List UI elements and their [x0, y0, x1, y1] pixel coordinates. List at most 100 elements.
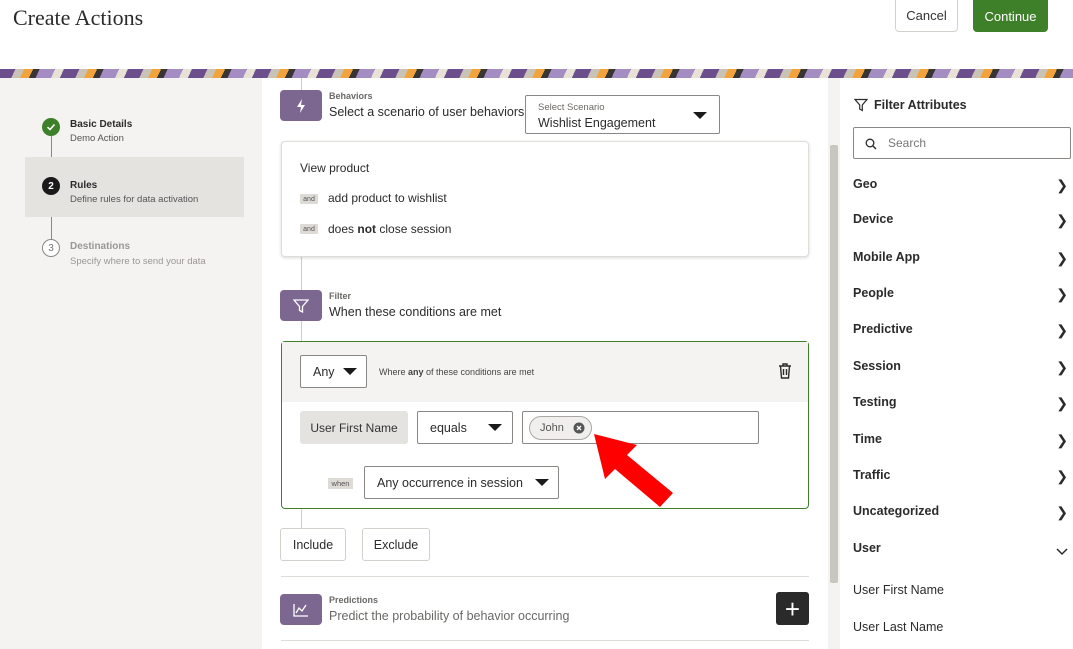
and-tag: and — [300, 194, 318, 204]
occurrence-select[interactable]: Any occurrence in session — [364, 466, 559, 499]
category-label: People — [853, 286, 894, 300]
behavior-text: close session — [376, 222, 452, 236]
step-number: 3 — [42, 239, 60, 257]
category-label: Device — [853, 212, 894, 226]
section-divider — [281, 640, 809, 641]
chevron-right-icon: ❯ — [1056, 286, 1068, 302]
category-testing[interactable]: Testing ❯ — [853, 395, 1068, 411]
include-button[interactable]: Include — [280, 528, 346, 561]
cancel-button[interactable]: Cancel — [895, 0, 958, 32]
chevron-right-icon: ❯ — [1056, 322, 1068, 338]
step-subtitle: Demo Action — [70, 133, 124, 144]
and-tag: and — [300, 224, 318, 234]
when-tag: when — [328, 478, 353, 489]
match-text: of these conditions are met — [423, 367, 535, 377]
predictions-description: Predict the probability of behavior occu… — [329, 609, 570, 623]
step-number: 2 — [42, 177, 60, 195]
category-label: Uncategorized — [853, 504, 940, 518]
category-label: Geo — [853, 177, 878, 191]
behavior-text-bold: not — [357, 222, 377, 236]
trash-icon[interactable] — [776, 361, 794, 381]
behaviors-description: Select a scenario of user behaviors — [329, 105, 525, 119]
page-title: Create Actions — [13, 5, 144, 30]
select-value: Any — [313, 365, 335, 379]
operator-select[interactable]: equals — [417, 411, 513, 444]
step-basic-details[interactable]: Basic Details Demo Action — [25, 112, 244, 152]
step-rules[interactable]: 2 Rules Define rules for data activation — [25, 157, 244, 217]
chevron-right-icon: ❯ — [1056, 395, 1068, 411]
match-text: Where — [379, 367, 409, 377]
scrollbar-thumb[interactable] — [830, 145, 838, 583]
step-destinations[interactable]: 3 Destinations Specify where to send you… — [25, 236, 244, 272]
scenario-select[interactable]: Select Scenario Wishlist Engagement — [525, 95, 720, 134]
chevron-right-icon: ❯ — [1056, 504, 1068, 520]
chevron-right-icon: ❯ — [1056, 212, 1068, 228]
close-circle-icon[interactable] — [573, 422, 585, 434]
chevron-down-icon — [535, 479, 549, 486]
chevron-right-icon: ❯ — [1056, 250, 1068, 266]
exclude-button[interactable]: Exclude — [362, 528, 430, 561]
category-mobile-app[interactable]: Mobile App ❯ — [853, 250, 1068, 266]
section-divider — [281, 576, 809, 577]
continue-button[interactable]: Continue — [973, 0, 1048, 32]
attribute-user-last-name[interactable]: User Last Name — [853, 620, 943, 634]
plus-icon[interactable]: + — [776, 592, 809, 625]
category-user[interactable]: User — [853, 541, 1068, 556]
behaviors-label: Behaviors — [329, 91, 373, 101]
attribute-user-first-name[interactable]: User First Name — [853, 583, 944, 597]
chevron-right-icon: ❯ — [1056, 468, 1068, 484]
filter-label: Filter — [329, 291, 352, 301]
condition-attribute[interactable]: User First Name — [300, 411, 408, 444]
funnel-icon — [280, 290, 322, 321]
connector-line — [301, 257, 302, 291]
connector-line — [301, 321, 302, 341]
step-subtitle: Specify where to send your data — [70, 256, 206, 267]
category-label: Time — [853, 432, 882, 446]
connector-line — [301, 509, 302, 528]
chevron-down-icon — [693, 112, 707, 119]
lightning-icon — [280, 90, 322, 121]
category-traffic[interactable]: Traffic ❯ — [853, 468, 1068, 484]
filter-description: When these conditions are met — [329, 305, 502, 319]
page-header: Create Actions Cancel Continue — [0, 0, 1073, 69]
annotation-arrow-icon — [594, 434, 673, 507]
predictions-label: Predictions — [329, 595, 379, 605]
filter-attributes-title: Filter Attributes — [874, 98, 967, 112]
chevron-down-icon — [343, 368, 357, 375]
category-uncategorized[interactable]: Uncategorized ❯ — [853, 504, 1068, 520]
search-icon — [865, 137, 877, 150]
category-session[interactable]: Session ❯ — [853, 359, 1068, 375]
step-subtitle: Define rules for data activation — [70, 194, 199, 205]
funnel-icon — [853, 98, 869, 112]
step-title: Basic Details — [70, 119, 133, 130]
category-time[interactable]: Time ❯ — [853, 432, 1068, 448]
behavior-step: View product — [300, 161, 370, 175]
behavior-text: does — [328, 222, 358, 236]
value-token[interactable]: John — [529, 416, 592, 440]
chevron-down-icon — [488, 424, 502, 431]
match-text-bold: any — [408, 367, 424, 377]
category-label: Mobile App — [853, 250, 920, 264]
category-predictive[interactable]: Predictive ❯ — [853, 322, 1068, 338]
match-type-select[interactable]: Any — [300, 355, 367, 388]
search-placeholder: Search — [888, 136, 927, 150]
select-label: Select Scenario — [538, 102, 605, 113]
match-description: Where any of these conditions are met — [379, 367, 534, 377]
chart-icon — [280, 594, 322, 625]
chevron-right-icon: ❯ — [1056, 432, 1068, 448]
category-geo[interactable]: Geo ❯ — [853, 177, 1068, 193]
select-value: equals — [430, 421, 467, 435]
select-value: Any occurrence in session — [377, 476, 523, 490]
category-people[interactable]: People ❯ — [853, 286, 1068, 302]
category-label: Session — [853, 359, 901, 373]
decorative-banner — [0, 69, 1073, 78]
behavior-step: does not close session — [328, 222, 451, 236]
attribute-search-input[interactable] — [853, 127, 1071, 159]
check-icon — [42, 118, 60, 136]
select-value: Wishlist Engagement — [538, 116, 656, 130]
category-label: Testing — [853, 395, 897, 409]
category-label: Predictive — [853, 322, 913, 336]
step-title: Rules — [70, 180, 98, 191]
chevron-right-icon: ❯ — [1056, 359, 1068, 375]
category-device[interactable]: Device ❯ — [853, 212, 1068, 228]
